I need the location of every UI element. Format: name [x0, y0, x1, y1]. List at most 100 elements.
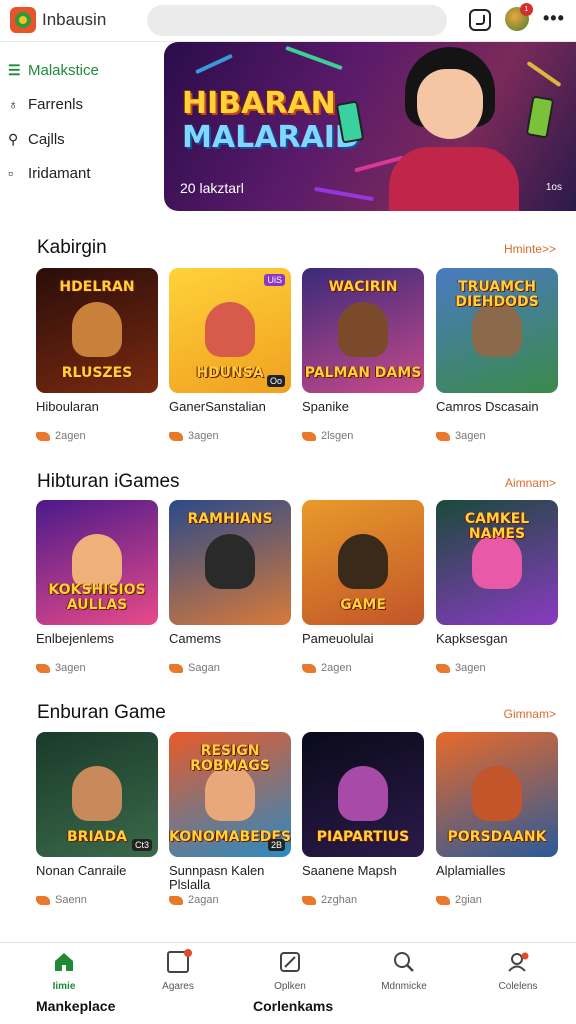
character-image [72, 302, 122, 357]
character-image [472, 534, 522, 589]
game-thumbnail[interactable]: GAME [302, 500, 424, 625]
nav-label: Mdnmicke [381, 981, 427, 992]
players-icon [302, 431, 316, 441]
players-icon [169, 663, 183, 673]
decoration [285, 45, 343, 71]
game-thumbnail[interactable]: KOKSHISIOS AULLAS [36, 500, 158, 625]
nav-label: Oplken [274, 981, 306, 992]
game-card[interactable]: PORSDAANK Alplamialles 2gian [436, 732, 559, 906]
section-title: Enburan Game [37, 702, 166, 723]
game-card[interactable]: HDUNSA UiS Oo GanerSanstalian 3agen [169, 268, 292, 442]
thumbnail-badge: Oo [266, 375, 285, 387]
game-card[interactable]: PIAPARTIUS Saanene Mapsh 2zghan [302, 732, 425, 906]
section-title: Kabirgin [37, 237, 107, 258]
nav-profile[interactable]: Colelens [478, 951, 558, 992]
game-card[interactable]: TRUAMCH DIEHDODS Camros Dscasain 3agen [436, 268, 559, 442]
decoration [195, 53, 233, 75]
section-more-link[interactable]: Aimnam> [505, 476, 556, 490]
thumbnail-title: KOKSHISIOS AULLAS [48, 582, 146, 613]
nav-agares[interactable]: Agares [138, 949, 218, 992]
notification-badge: 1 [520, 3, 533, 16]
search-icon: ⚲ [8, 130, 19, 147]
game-thumbnail[interactable]: HDELRAN RLUSZES [36, 268, 158, 393]
game-title: Spanike [302, 399, 349, 414]
game-meta: 2lsgen [302, 430, 425, 442]
image-icon [167, 949, 192, 973]
search-input[interactable] [147, 5, 447, 36]
nav-search[interactable]: Mdnmicke [364, 951, 444, 992]
game-title: Saanene Mapsh [302, 863, 397, 878]
game-card[interactable]: RAMHIANS Camems Sagan [169, 500, 292, 674]
game-thumbnail[interactable]: PIAPARTIUS [302, 732, 424, 857]
sidebar-item-cajlls[interactable]: ⚲ Cajlls [8, 126, 65, 152]
app-logo-icon[interactable] [10, 7, 36, 33]
thumbnail-title: PIAPARTIUS [316, 829, 410, 845]
section-more-link[interactable]: Hminte>> [504, 242, 556, 256]
game-meta-text: 2agan [188, 894, 219, 906]
search-icon [394, 952, 414, 972]
game-meta: 3agen [436, 430, 559, 442]
game-thumbnail[interactable]: HDUNSA UiS Oo [169, 268, 291, 393]
game-meta: 2zghan [302, 894, 425, 906]
hero-banner[interactable]: HIBARAN MALARAID 20 lakztarl 1os [164, 42, 576, 211]
character-image [338, 534, 388, 589]
profile-icon [508, 952, 529, 972]
share-icon[interactable] [469, 9, 491, 31]
top-bar: Inbausin 1 ••• [0, 0, 576, 42]
game-thumbnail[interactable]: RESIGN ROBMAGS KONOMABEDES 2B [169, 732, 291, 857]
game-card[interactable]: HDELRAN RLUSZES Hiboularan 2agen [36, 268, 159, 442]
players-icon [36, 431, 50, 441]
sidebar-item-farrenls[interactable]: ♁ Farrenls [8, 91, 83, 117]
character-image [338, 302, 388, 357]
players-icon [436, 431, 450, 441]
game-meta: 2agen [302, 662, 425, 674]
game-meta: 3agen [436, 662, 559, 674]
game-card[interactable]: GAME Pameuolulai 2agen [302, 500, 425, 674]
thumbnail-title: WACIRIN [328, 279, 398, 295]
nav-oplken[interactable]: Oplken [250, 951, 330, 992]
game-thumbnail[interactable]: TRUAMCH DIEHDODS [436, 268, 558, 393]
section-more-link[interactable]: Gimnam> [504, 707, 556, 721]
game-card[interactable]: BRIADA Ct3 Nonan Canraile Saenn [36, 732, 159, 906]
game-thumbnail[interactable]: PORSDAANK [436, 732, 558, 857]
thumbnail-title: GAME [340, 597, 386, 613]
game-thumbnail[interactable]: RAMHIANS [169, 500, 291, 625]
nav-label: Agares [162, 981, 194, 992]
more-icon[interactable]: ••• [543, 8, 569, 30]
players-icon [302, 663, 316, 673]
decoration [314, 186, 374, 202]
thumbnail-title: RAMHIANS [187, 511, 273, 527]
game-meta-text: 2zghan [321, 894, 358, 906]
game-title: Alplamialles [436, 863, 506, 878]
thumbnail-title: CAMKEL NAMES [464, 511, 530, 542]
sidebar-item-label: Malakstice [28, 61, 99, 79]
thumbnail-title: PALMAN DAMS [304, 365, 422, 381]
game-thumbnail[interactable]: BRIADA Ct3 [36, 732, 158, 857]
character-image [338, 766, 388, 821]
game-meta-text: Sagan [188, 662, 220, 674]
game-card[interactable]: WACIRIN PALMAN DAMS Spanike 2lsgen [302, 268, 425, 442]
character-image [205, 766, 255, 821]
players-icon [169, 895, 183, 905]
character-image [72, 534, 122, 589]
game-meta: 2agan [169, 894, 292, 906]
players-icon [302, 895, 316, 905]
game-title: Sunnpasn Kalen Plslalla [169, 863, 265, 892]
sidebar-item-malakstice[interactable]: ☰ Malakstice [8, 57, 99, 83]
game-thumbnail[interactable]: CAMKEL NAMES [436, 500, 558, 625]
game-meta-text: 2lsgen [321, 430, 354, 442]
game-thumbnail[interactable]: WACIRIN PALMAN DAMS [302, 268, 424, 393]
sidebar-item-iridamant[interactable]: ▫ Iridamant [8, 160, 91, 186]
nav-home[interactable]: Iimie [24, 951, 104, 992]
game-card[interactable]: RESIGN ROBMAGS KONOMABEDES 2B Sunnpasn Kale… [169, 732, 292, 906]
edit-icon [280, 952, 300, 972]
banner-character-image [335, 47, 555, 211]
players-icon [36, 663, 50, 673]
avatar[interactable]: 1 [505, 3, 533, 31]
game-card[interactable]: CAMKEL NAMES Kapksesgan 3agen [436, 500, 559, 674]
game-meta-text: 2agen [55, 430, 86, 442]
thumbnail-title: RESIGN ROBMAGS [190, 743, 270, 774]
character-image [205, 534, 255, 589]
game-card[interactable]: KOKSHISIOS AULLAS Enlbejenlems 3agen [36, 500, 159, 674]
decoration [526, 60, 562, 88]
